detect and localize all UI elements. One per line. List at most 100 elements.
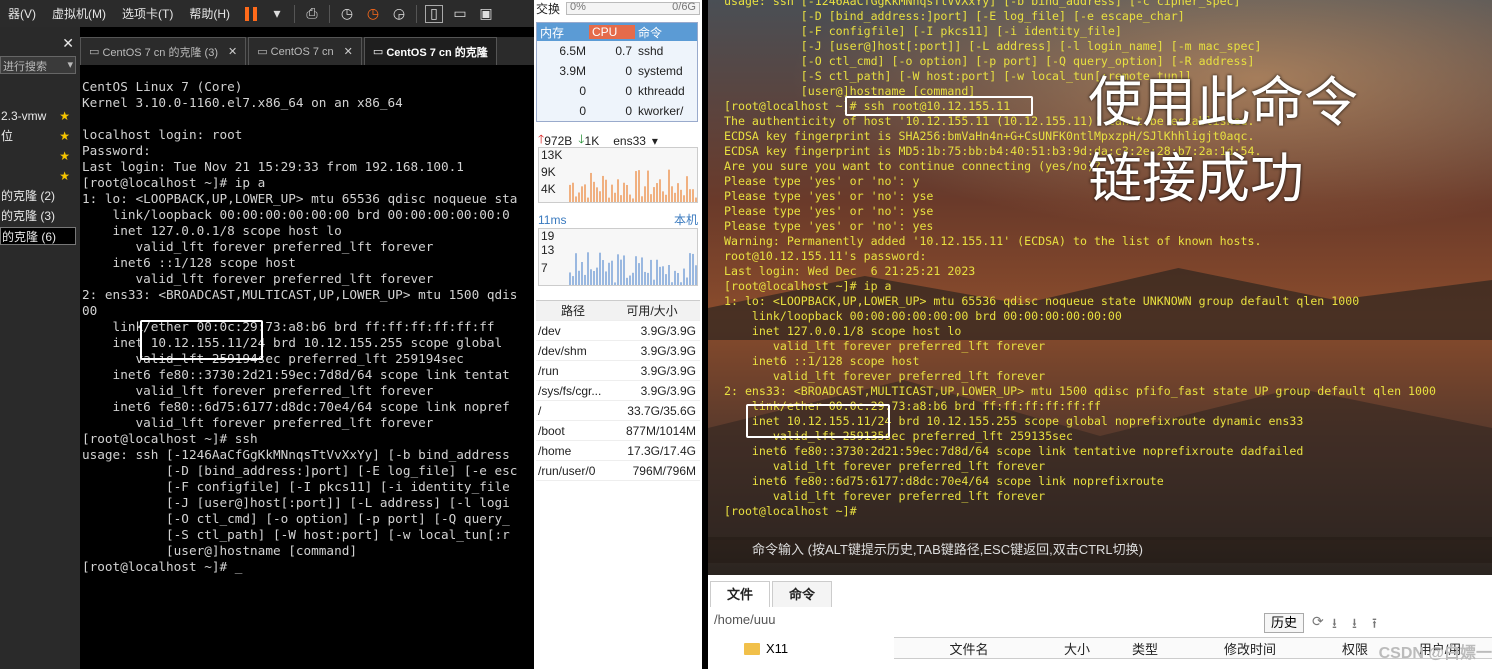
disk-path: /dev/shm (538, 343, 587, 358)
upload-icon[interactable]: ⭱ (1372, 613, 1377, 637)
command-input-bar[interactable]: 命令输入 (按ALT键提示历史,TAB键路径,ESC键返回,双击CTRL切换) (708, 537, 1492, 563)
tab-commands[interactable]: 命令 (772, 581, 833, 607)
process-table-header: 内存 CPU 命令 (537, 23, 697, 41)
chevron-down-icon[interactable]: ▾ (268, 5, 286, 23)
library-item[interactable]: ★ (0, 147, 76, 165)
graph-bar (584, 274, 586, 285)
download-folder-icon[interactable]: ⭳ (1352, 613, 1357, 637)
col-header-type[interactable]: 类型 (1110, 639, 1180, 658)
disk-size: 796M/796M (632, 463, 696, 478)
col-header-name[interactable]: 文件名 (894, 639, 1044, 658)
col-header-cmd[interactable]: 命令 (635, 24, 697, 41)
col-header-path[interactable]: 路径 (536, 302, 608, 319)
disk-size: 33.7G/35.6G (627, 403, 696, 418)
library-search-input[interactable]: 进行搜索 ▾ (0, 56, 76, 74)
path-input[interactable]: /home/uuu (714, 612, 775, 627)
fullscreen-icon[interactable]: ▭ (451, 5, 469, 23)
library-item[interactable]: ★ (0, 167, 76, 185)
latency-graph: 19 13 7 (538, 228, 698, 286)
graph-bar (596, 267, 598, 285)
graph-bar (626, 184, 628, 202)
library-item[interactable]: 位 ★ (0, 127, 76, 145)
snapshot-icon[interactable]: ◷ (338, 5, 356, 23)
graph-bar (641, 257, 643, 285)
library-item[interactable]: 2.3-vmw ★ (0, 107, 76, 125)
favorite-star-icon: ★ (59, 129, 70, 143)
menu-view[interactable]: 器(V) (0, 5, 44, 22)
process-row[interactable]: 0 0 kworker/ (537, 101, 697, 121)
disk-row[interactable]: /dev 3.9G/3.9G (536, 321, 700, 341)
pause-icon[interactable] (242, 5, 260, 23)
library-view-icon[interactable]: ▯ (425, 4, 443, 23)
col-header-cpu[interactable]: CPU (589, 25, 635, 39)
graph-bar (590, 269, 592, 285)
graph-bar (578, 192, 580, 202)
disk-row[interactable]: /run 3.9G/3.9G (536, 361, 700, 381)
swap-label: 交换 (536, 1, 561, 16)
disk-row[interactable]: /sys/fs/cgr... 3.9G/3.9G (536, 381, 700, 401)
menu-vm[interactable]: 虚拟机(M) (44, 5, 114, 22)
folder-tree-item[interactable]: X11 (744, 641, 788, 656)
col-header-mem[interactable]: 内存 (537, 24, 589, 41)
col-header-size[interactable]: 可用/大小 (608, 302, 698, 319)
graph-bar (683, 195, 685, 202)
graph-bar (647, 170, 649, 202)
col-header-size[interactable]: 大小 (1044, 639, 1110, 658)
disk-row[interactable]: /dev/shm 3.9G/3.9G (536, 341, 700, 361)
disk-row[interactable]: /home 17.3G/17.4G (536, 441, 700, 461)
graph-bar (659, 266, 661, 285)
disk-row[interactable]: / 33.7G/35.6G (536, 401, 700, 421)
process-cmd: systemd (638, 64, 683, 78)
disk-row[interactable]: /boot 877M/1014M (536, 421, 700, 441)
latency-target[interactable]: 本机 (674, 211, 698, 228)
disk-row[interactable]: /run/user/0 796M/796M (536, 461, 700, 481)
graph-bar (668, 169, 670, 202)
revert-snapshot-icon[interactable]: ◷ (364, 5, 382, 23)
ssh-terminal[interactable]: usage: ssh [-1246AaCfGgKkMNnqsTtVvXxYy] … (708, 0, 1492, 575)
vm-icon: ▭ (89, 46, 103, 58)
graph-bar (662, 266, 664, 285)
col-header-modified[interactable]: 修改时间 (1180, 639, 1320, 658)
vm-icon: ▭ (372, 46, 387, 58)
close-icon[interactable]: ✕ (228, 45, 237, 58)
latency-header: 11ms 本机 (538, 211, 698, 228)
vm-console[interactable]: CentOS Linux 7 (Core) Kernel 3.10.0-1160… (80, 65, 532, 659)
graph-bar (647, 272, 649, 285)
snapshot-manager-icon[interactable]: ◶ (390, 5, 408, 23)
unity-icon[interactable]: ▣ (477, 5, 495, 23)
process-row[interactable]: 0 0 kthreadd (537, 81, 697, 101)
library-item-selected[interactable]: 的克隆 (6) (0, 227, 76, 245)
graph-bar (629, 194, 631, 202)
tab-vm-active[interactable]: ▭ CentOS 7 cn 的克隆 (363, 37, 497, 65)
library-item[interactable]: 的克隆 (2) (0, 187, 76, 205)
process-row[interactable]: 6.5M 0.7 sshd (537, 41, 697, 61)
process-cpu: 0 (625, 84, 632, 98)
chevron-down-icon[interactable]: ▾ (652, 134, 658, 148)
graph-bar (581, 186, 583, 202)
graph-bar (638, 170, 640, 202)
menu-help[interactable]: 帮助(H) (181, 5, 238, 22)
library-item[interactable]: 的克隆 (3) (0, 207, 76, 225)
graph-bar (620, 259, 622, 285)
tab-files[interactable]: 文件 (710, 581, 771, 607)
graph-bar (662, 191, 664, 202)
net-interface-select[interactable]: ens33 (613, 134, 646, 148)
disk-table-header: 路径 可用/大小 (536, 301, 700, 321)
graph-bar (689, 189, 691, 202)
graph-bar (695, 197, 697, 202)
process-row[interactable]: 3.9M 0 systemd (537, 61, 697, 81)
vm-menubar: 器(V) 虚拟机(M) 选项卡(T) 帮助(H) ▾ ⎙ ◷ ◷ ◶ ▯ ▭ ▣ (0, 0, 534, 27)
graph-bar (626, 277, 628, 285)
menu-tabs[interactable]: 选项卡(T) (114, 5, 181, 22)
tab-vm[interactable]: ▭ CentOS 7 cn 的克隆 (3) ✕ (80, 37, 247, 65)
history-button[interactable]: 历史 (1264, 613, 1304, 633)
graph-bar (599, 191, 601, 202)
graph-bar (668, 265, 670, 285)
refresh-icon[interactable]: ⟳ (1312, 613, 1324, 630)
close-icon[interactable]: ✕ (344, 45, 353, 58)
tab-vm[interactable]: ▭ CentOS 7 cn ✕ (248, 37, 362, 65)
graph-bar (611, 260, 613, 285)
send-keys-icon[interactable]: ⎙ (303, 5, 321, 23)
download-icon[interactable]: ⭳ (1332, 613, 1337, 637)
close-icon[interactable]: ✕ (62, 35, 74, 52)
